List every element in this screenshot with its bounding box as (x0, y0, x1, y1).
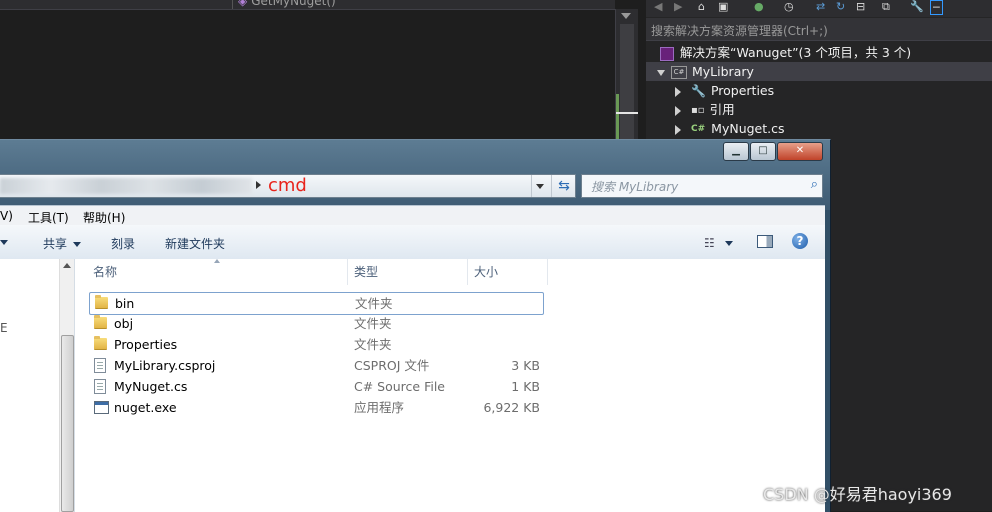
organize-dropdown-chevron[interactable] (0, 235, 8, 249)
chevron-down-icon (724, 241, 733, 246)
file-row-mylibrary-csproj[interactable]: MyLibrary.csproj CSPROJ 文件 3 KB (89, 355, 544, 376)
member-dropdown[interactable]: ◈ GetMyNuget() (238, 0, 336, 8)
file-icon (94, 379, 106, 394)
home-icon[interactable]: ⌂ (698, 0, 705, 13)
csharp-file-icon: C# (691, 124, 706, 134)
solution-explorer-toolbar: ◀ ▶ ⌂ ▣ ● ◷ ⇄ ↻ ⊟ ⧉ 🔧 ─ (646, 0, 992, 17)
file-icon (94, 358, 106, 373)
pending-changes-icon[interactable]: ● (754, 0, 764, 13)
caret-marker (616, 112, 638, 114)
nav-fragment[interactable]: E (0, 321, 8, 335)
sync-icon[interactable]: ⇄ (816, 0, 825, 13)
refresh-button[interactable]: ⇆ (551, 175, 576, 197)
folder-icon (95, 295, 108, 309)
tree-item-mynuget-cs[interactable]: C# MyNuget.cs (675, 119, 785, 138)
editor-navigation-bar: ◈ GetMyNuget() (0, 0, 615, 10)
burn-button[interactable]: 刻录 (111, 235, 135, 252)
share-button[interactable]: 共享 (43, 235, 82, 252)
refresh-icon[interactable]: ↻ (836, 0, 845, 13)
address-input-text[interactable]: cmd (268, 175, 307, 197)
solution-node[interactable]: 解决方案“Wanuget”(3 个项目，共 3 个) (660, 43, 911, 62)
preview-icon[interactable]: ─ (930, 0, 943, 15)
file-row-obj[interactable]: obj 文件夹 (89, 313, 544, 334)
search-icon[interactable]: ⌕ (811, 177, 818, 192)
project-node[interactable]: C# MyLibrary (646, 62, 992, 81)
navbar-separator (232, 0, 233, 9)
properties-wrench-icon[interactable]: 🔧 (910, 0, 924, 13)
close-icon: ✕ (795, 145, 805, 156)
folder-icon (94, 315, 107, 329)
wrench-icon: 🔧 (691, 84, 706, 98)
csharp-project-icon: C# (671, 66, 687, 79)
file-row-mynuget-cs[interactable]: MyNuget.cs C# Source File 1 KB (89, 376, 544, 397)
watermark: CSDN @好易君haoyi369 (763, 485, 952, 504)
folder-icon (94, 336, 107, 350)
view-options-icon[interactable]: ☷ (704, 236, 733, 250)
menu-tools[interactable]: 工具(T) (28, 209, 69, 226)
file-list: 名称 类型 大小 bin 文件夹 obj 文件夹 Properties 文件夹 … (75, 259, 825, 512)
file-row-properties[interactable]: Properties 文件夹 (89, 334, 544, 355)
maximize-button[interactable]: □ (750, 142, 776, 161)
new-folder-button[interactable]: 新建文件夹 (165, 235, 225, 252)
scroll-thumb[interactable] (61, 335, 74, 512)
address-history-dropdown[interactable] (531, 175, 548, 197)
scroll-arrow-icon[interactable] (621, 13, 631, 19)
address-bar[interactable]: cmd ⇆ (0, 174, 576, 198)
exe-icon (94, 401, 109, 414)
scroll-thumb[interactable] (620, 24, 634, 149)
scroll-up-icon[interactable] (63, 263, 71, 268)
references-icon: ▪▫ (691, 105, 705, 116)
menu-view[interactable]: V) (0, 209, 13, 223)
collapsed-arrow-icon[interactable] (675, 86, 681, 97)
close-button[interactable]: ✕ (777, 142, 823, 161)
sort-arrow-icon (214, 259, 220, 263)
column-header-name[interactable]: 名称 (75, 259, 348, 285)
solution-search-input[interactable]: 搜索解决方案资源管理器(Ctrl+;) (646, 18, 992, 41)
collapsed-arrow-icon[interactable] (675, 105, 681, 116)
breadcrumb-chevron-icon[interactable] (256, 181, 261, 189)
command-bar: 共享 刻录 新建文件夹 ☷ ? (0, 225, 825, 260)
menu-help[interactable]: 帮助(H) (83, 209, 125, 226)
column-header-size[interactable]: 大小 (468, 259, 548, 285)
menu-bar: V) 工具(T) 帮助(H) (0, 205, 825, 226)
preview-pane-icon[interactable] (757, 235, 773, 248)
copy-icon[interactable]: ⧉ (882, 0, 890, 14)
navigation-scrollbar[interactable] (59, 259, 74, 512)
forward-icon[interactable]: ▶ (674, 0, 682, 13)
chevron-down-icon (0, 240, 8, 245)
tree-item-references[interactable]: ▪▫ 引用 (675, 100, 735, 119)
column-header-type[interactable]: 类型 (348, 259, 468, 285)
back-icon[interactable]: ◀ (654, 0, 662, 13)
expanded-arrow-icon[interactable] (657, 69, 665, 76)
tree-item-properties[interactable]: 🔧 Properties (675, 81, 774, 100)
switch-views-icon[interactable]: ▣ (718, 0, 728, 13)
solution-icon (660, 46, 674, 61)
blurred-path (0, 178, 252, 194)
help-icon[interactable]: ? (792, 233, 808, 249)
minimize-icon: ▁ (732, 145, 740, 156)
collapse-all-icon[interactable]: ⊟ (856, 0, 865, 13)
maximize-icon: □ (758, 145, 768, 156)
search-box[interactable]: 搜索 MyLibrary ⌕ (581, 174, 823, 198)
minimize-button[interactable]: ▁ (723, 142, 749, 161)
explorer-window: ▁ □ ✕ cmd ⇆ 搜索 MyLibrary ⌕ V) 工具(T) 帮助(H… (0, 139, 831, 512)
file-row-bin[interactable]: bin 文件夹 (89, 292, 544, 315)
method-icon: ◈ (238, 0, 248, 8)
chevron-down-icon (73, 242, 82, 247)
refresh-icon: ⇆ (558, 178, 570, 194)
history-icon[interactable]: ◷ (784, 0, 794, 13)
collapsed-arrow-icon[interactable] (675, 124, 681, 135)
chevron-down-icon (536, 184, 544, 189)
file-row-nuget-exe[interactable]: nuget.exe 应用程序 6,922 KB (89, 397, 544, 418)
